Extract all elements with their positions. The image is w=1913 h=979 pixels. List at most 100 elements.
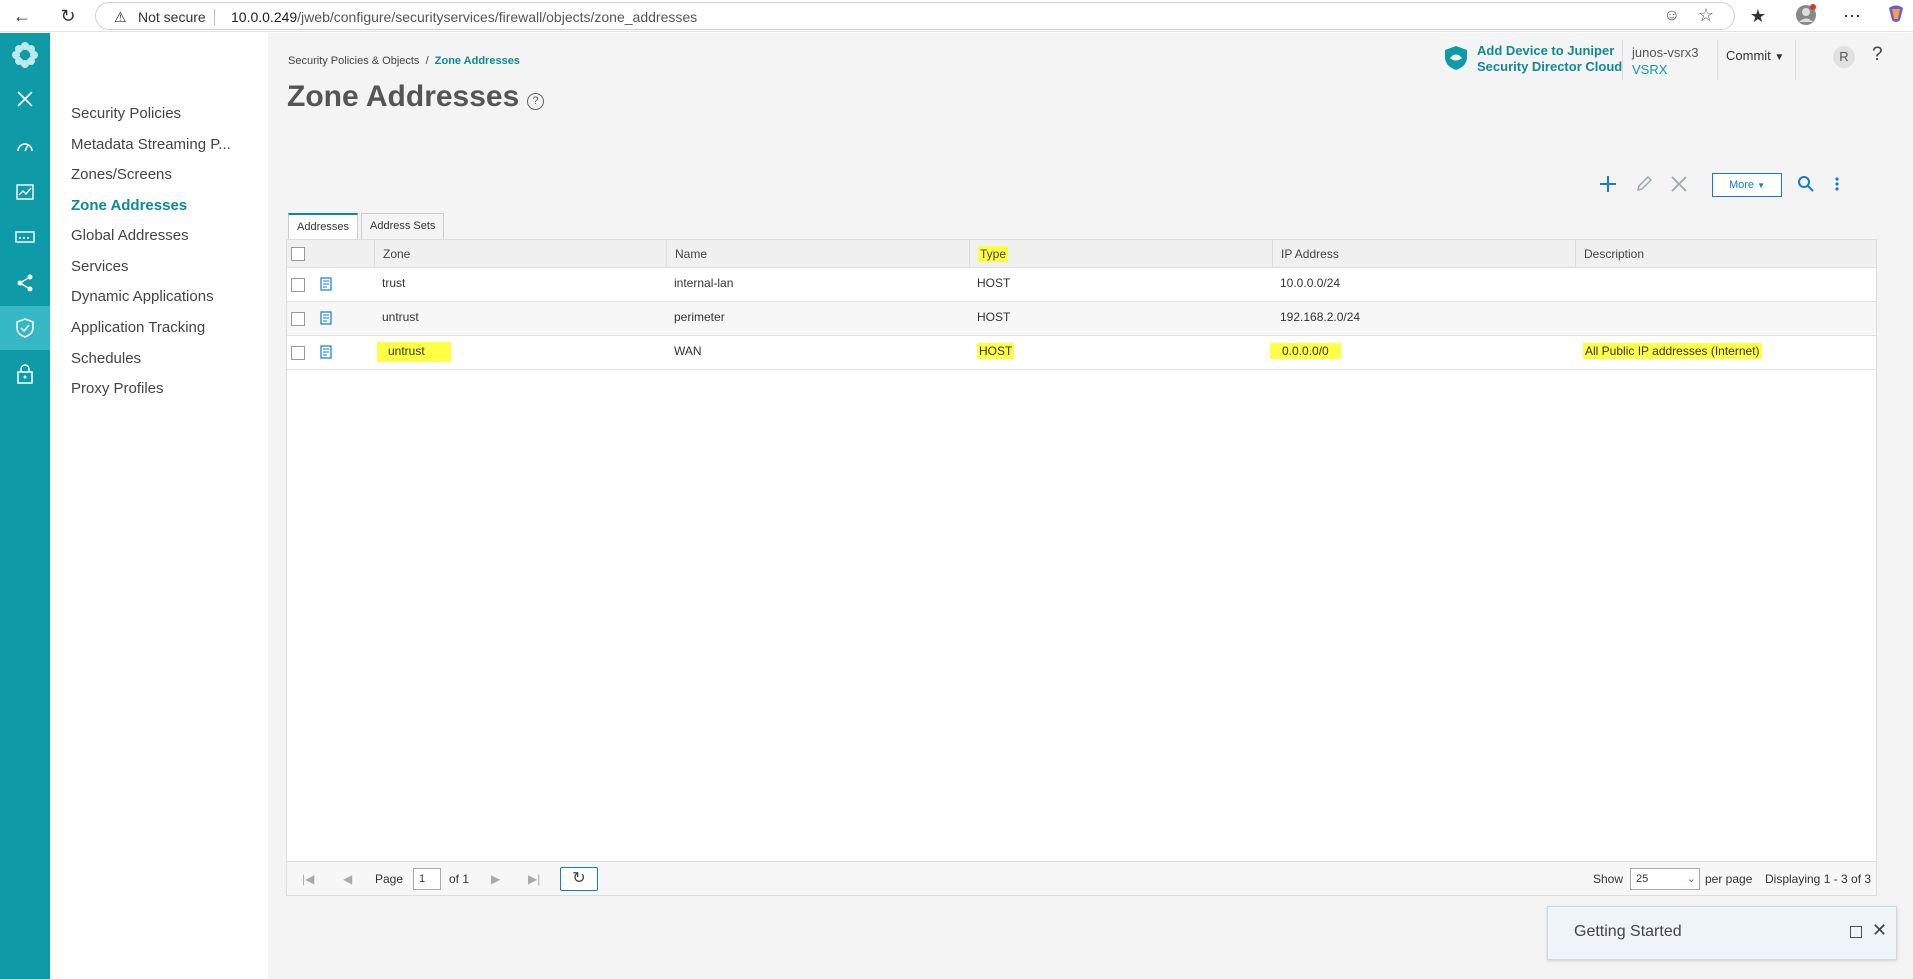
cell-name: internal-lan <box>674 276 734 290</box>
commit-dropdown[interactable]: Commit ▼ <box>1726 48 1784 63</box>
browser-menu-icon[interactable]: ⋯ <box>1840 4 1864 28</box>
address-bar[interactable]: ⚠ Not secure 10.0.0.249/jweb/configure/s… <box>95 2 1735 30</box>
nav-item-dynamic-applications[interactable]: Dynamic Applications <box>71 288 214 305</box>
cell-type: HOST <box>977 310 1011 324</box>
table-row[interactable]: untrust perimeter HOST 192.168.2.0/24 <box>287 302 1876 336</box>
security-director-icon[interactable] <box>1443 45 1469 76</box>
column-description[interactable]: Description <box>1575 240 1878 268</box>
header-divider <box>1717 40 1718 80</box>
table-header: Zone Name Type IP Address Description <box>287 240 1876 268</box>
dashboard-icon[interactable] <box>0 124 50 168</box>
help-circle-icon[interactable]: ? <box>527 93 544 110</box>
favorites-icon[interactable]: ★ <box>1746 4 1770 28</box>
search-icon[interactable] <box>1797 175 1815 197</box>
prev-page-icon[interactable]: ◀ <box>343 872 352 886</box>
breadcrumb: Security Policies & Objects / Zone Addre… <box>288 55 520 67</box>
cell-description <box>1575 302 1583 336</box>
cell-ip-address: 10.0.0.0/24 <box>1280 276 1341 290</box>
devices-icon[interactable] <box>0 215 50 259</box>
reader-icon[interactable]: ☺ <box>1664 7 1680 25</box>
tab-address-sets[interactable]: Address Sets <box>361 213 445 239</box>
warning-icon: ⚠ <box>114 9 127 25</box>
page-title: Zone Addresses <box>287 80 520 113</box>
page-size-select[interactable]: 25 ⌄ <box>1630 868 1700 890</box>
url-text[interactable]: 10.0.0.249/jweb/configure/securityservic… <box>231 9 697 25</box>
cell-ip-address: 192.168.2.0/24 <box>1280 310 1361 324</box>
column-zone[interactable]: Zone <box>374 240 653 268</box>
kebab-menu-icon[interactable] <box>1834 175 1840 197</box>
nav-item-metadata-streaming[interactable]: Metadata Streaming P... <box>71 136 231 153</box>
user-avatar[interactable]: R <box>1833 46 1855 68</box>
select-all-checkbox[interactable] <box>291 247 305 261</box>
zone-addresses-table: Zone Name Type IP Address Description tr… <box>286 239 1877 862</box>
device-info: junos-vsrx3 VSRX <box>1632 44 1698 78</box>
cell-name: perimeter <box>674 310 725 324</box>
next-page-icon[interactable]: ▶ <box>491 872 500 886</box>
delete-x-icon[interactable] <box>1670 175 1688 197</box>
page-of-label: of 1 <box>449 872 470 886</box>
edit-pencil-icon[interactable] <box>1635 175 1653 197</box>
nav-item-proxy-profiles[interactable]: Proxy Profiles <box>71 380 164 397</box>
tab-addresses[interactable]: Addresses <box>288 213 358 239</box>
breadcrumb-parent[interactable]: Security Policies & Objects <box>288 55 419 67</box>
minimize-icon[interactable] <box>1850 926 1862 938</box>
help-question-icon[interactable]: ? <box>1872 44 1883 66</box>
row-checkbox[interactable] <box>291 312 305 326</box>
monitor-icon[interactable] <box>0 170 50 214</box>
column-ip-address[interactable]: IP Address <box>1272 240 1576 268</box>
cell-ip-address: 0.0.0.0/0 <box>1262 336 1341 370</box>
show-label: Show <box>1593 872 1624 886</box>
row-checkbox[interactable] <box>291 278 305 292</box>
header-divider <box>1622 40 1623 80</box>
close-nav-icon[interactable] <box>0 77 50 121</box>
last-page-icon[interactable]: ▶| <box>528 872 540 886</box>
displaying-count: Displaying 1 - 3 of 3 <box>1765 872 1872 886</box>
add-device-sd-cloud-link[interactable]: Add Device to Juniper Security Director … <box>1477 43 1622 75</box>
device-name: junos-vsrx3 <box>1632 45 1699 60</box>
row-checkbox[interactable] <box>291 346 305 360</box>
nav-item-security-policies[interactable]: Security Policies <box>71 105 181 122</box>
detail-document-icon[interactable] <box>319 345 333 359</box>
juniper-logo-icon[interactable] <box>0 33 50 77</box>
cell-zone: trust <box>382 276 406 290</box>
page-number-input[interactable]: 1 <box>413 868 441 890</box>
column-type[interactable]: Type <box>969 240 1273 268</box>
detail-document-icon[interactable] <box>319 277 333 291</box>
left-rail <box>0 33 50 979</box>
breadcrumb-current: Zone Addresses <box>434 55 520 67</box>
cell-description: All Public IP addresses (Internet) <box>1583 343 1762 359</box>
chevron-down-icon: ⌄ <box>1686 873 1696 885</box>
cell-zone: untrust <box>369 336 451 370</box>
first-page-icon[interactable]: |◀ <box>302 872 314 886</box>
header-divider <box>1795 40 1796 80</box>
refresh-icon[interactable]: ↻ <box>560 867 598 891</box>
nav-item-services[interactable]: Services <box>71 258 129 275</box>
copilot-icon[interactable] <box>1884 4 1908 28</box>
getting-started-panel[interactable]: Getting Started ✕ <box>1547 906 1897 960</box>
favorite-star-icon[interactable]: ☆ <box>1698 5 1714 26</box>
lock-icon[interactable] <box>0 352 50 396</box>
add-icon[interactable] <box>1599 175 1617 197</box>
per-page-label: per page <box>1705 872 1753 886</box>
profile-icon[interactable] <box>1794 4 1818 28</box>
close-icon[interactable]: ✕ <box>1872 920 1887 941</box>
not-secure-label: Not secure <box>138 9 206 25</box>
security-shield-icon[interactable] <box>0 306 50 350</box>
table-row[interactable]: trust internal-lan HOST 10.0.0.0/24 <box>287 268 1876 302</box>
detail-document-icon[interactable] <box>319 311 333 325</box>
column-name[interactable]: Name <box>666 240 970 268</box>
network-icon[interactable] <box>0 261 50 305</box>
nav-item-application-tracking[interactable]: Application Tracking <box>71 319 205 336</box>
more-dropdown-button[interactable]: More ▼ <box>1712 173 1782 197</box>
table-row[interactable]: untrust WAN HOST 0.0.0.0/0 All Public IP… <box>287 336 1876 370</box>
reload-icon[interactable]: ↻ <box>56 4 80 28</box>
nav-item-schedules[interactable]: Schedules <box>71 350 141 367</box>
address-divider <box>214 9 215 25</box>
breadcrumb-separator: / <box>425 55 429 67</box>
nav-item-zone-addresses[interactable]: Zone Addresses <box>71 197 187 214</box>
back-arrow-icon[interactable]: ← <box>10 4 34 28</box>
cell-type: HOST <box>977 276 1011 290</box>
nav-item-global-addresses[interactable]: Global Addresses <box>71 227 189 244</box>
caret-down-icon: ▼ <box>1757 181 1766 190</box>
nav-item-zones-screens[interactable]: Zones/Screens <box>71 166 172 183</box>
